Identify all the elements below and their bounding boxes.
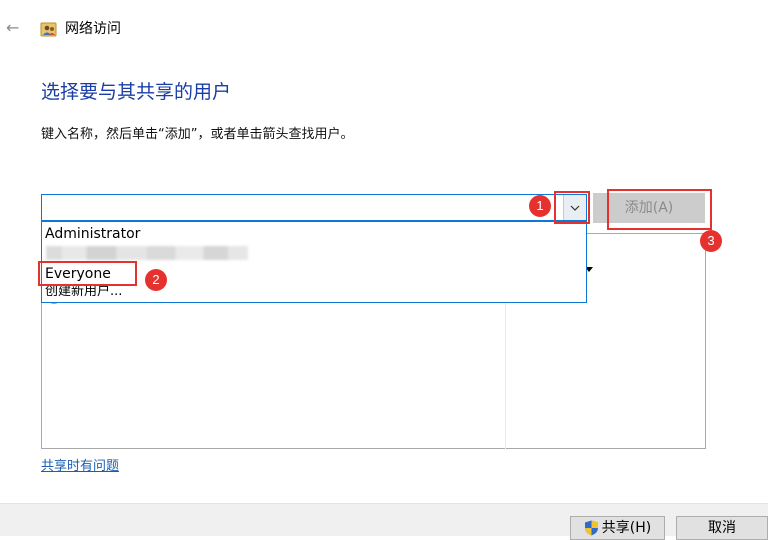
highlight-add-button <box>607 189 712 230</box>
window-title: 网络访问 <box>65 21 121 37</box>
instruction-text: 键入名称，然后单击“添加”，或者单击箭头查找用户。 <box>41 127 354 142</box>
dropdown-item-administrator[interactable]: Administrator <box>45 225 140 243</box>
network-users-icon <box>40 20 58 38</box>
sharing-help-link[interactable]: 共享时有问题 <box>41 458 119 476</box>
share-button[interactable]: 共享(H) <box>570 516 665 540</box>
back-arrow-icon[interactable]: ← <box>6 20 24 36</box>
step-badge-1: 1 <box>529 195 551 217</box>
dropdown-item-create-user[interactable]: 创建新用户... <box>45 284 122 300</box>
shield-icon <box>584 520 598 536</box>
highlight-dropdown-button <box>554 191 590 224</box>
highlight-everyone-item <box>38 261 137 286</box>
dropdown-item-redacted-user[interactable] <box>46 246 248 260</box>
user-name-input[interactable] <box>41 194 587 221</box>
cancel-button[interactable]: 取消 <box>676 516 768 540</box>
page-heading: 选择要与其共享的用户 <box>41 81 232 103</box>
step-badge-3: 3 <box>700 230 722 252</box>
step-badge-2: 2 <box>145 269 167 291</box>
share-button-label: 共享(H) <box>601 520 652 536</box>
